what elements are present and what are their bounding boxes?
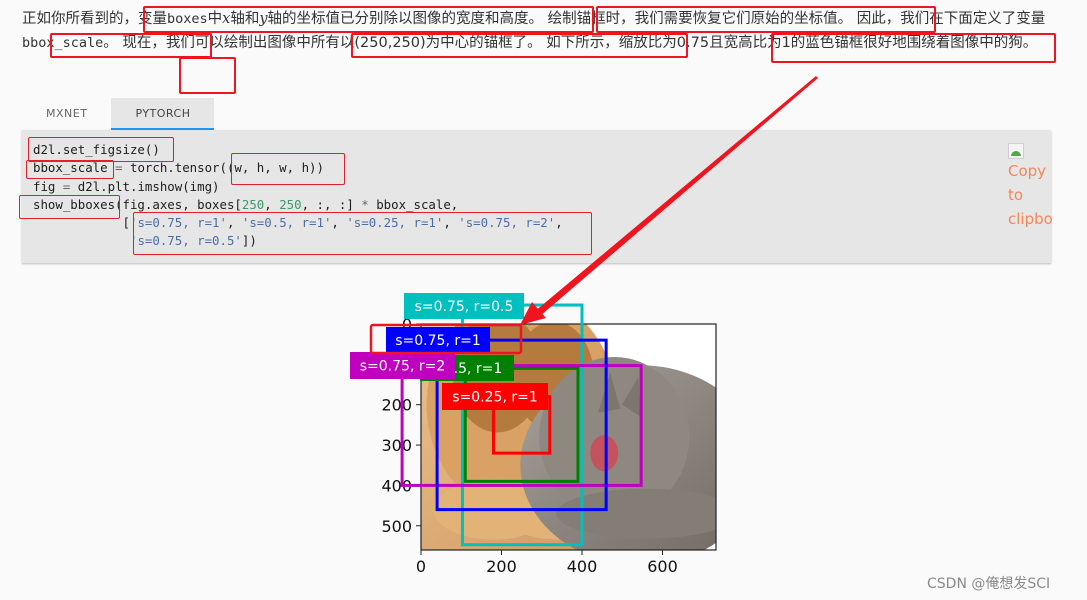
arrow-shaft [534,76,818,316]
anchor-box-label: s=0.75, r=2 [360,359,446,375]
y-tick-label: 300 [381,436,412,455]
anchor-box-figure: 0 200 400 6000200300400500s=0.75, r=0.5s=0.… [350,76,818,576]
anchor-box-label: s=0.75, r=0.5 [415,299,514,315]
x-tick-label: 400 [567,557,598,576]
anchor-box-label: s=0.25, r=1 [452,390,538,406]
x-tick-label: 600 [647,557,678,576]
x-tick-label: 200 [486,557,517,576]
anchor-box-label: s=0.75, r=1 [395,333,481,349]
cat-mouth [590,435,619,472]
anchor-box-label: .5, r=1 [454,361,503,377]
y-tick-label: 500 [381,517,412,536]
y-tick-label: 200 [381,396,412,415]
x-tick-label: 0 [416,557,426,576]
annotation-arrow [520,76,818,325]
csdn-watermark: CSDN @俺想发SCI [927,576,1051,592]
